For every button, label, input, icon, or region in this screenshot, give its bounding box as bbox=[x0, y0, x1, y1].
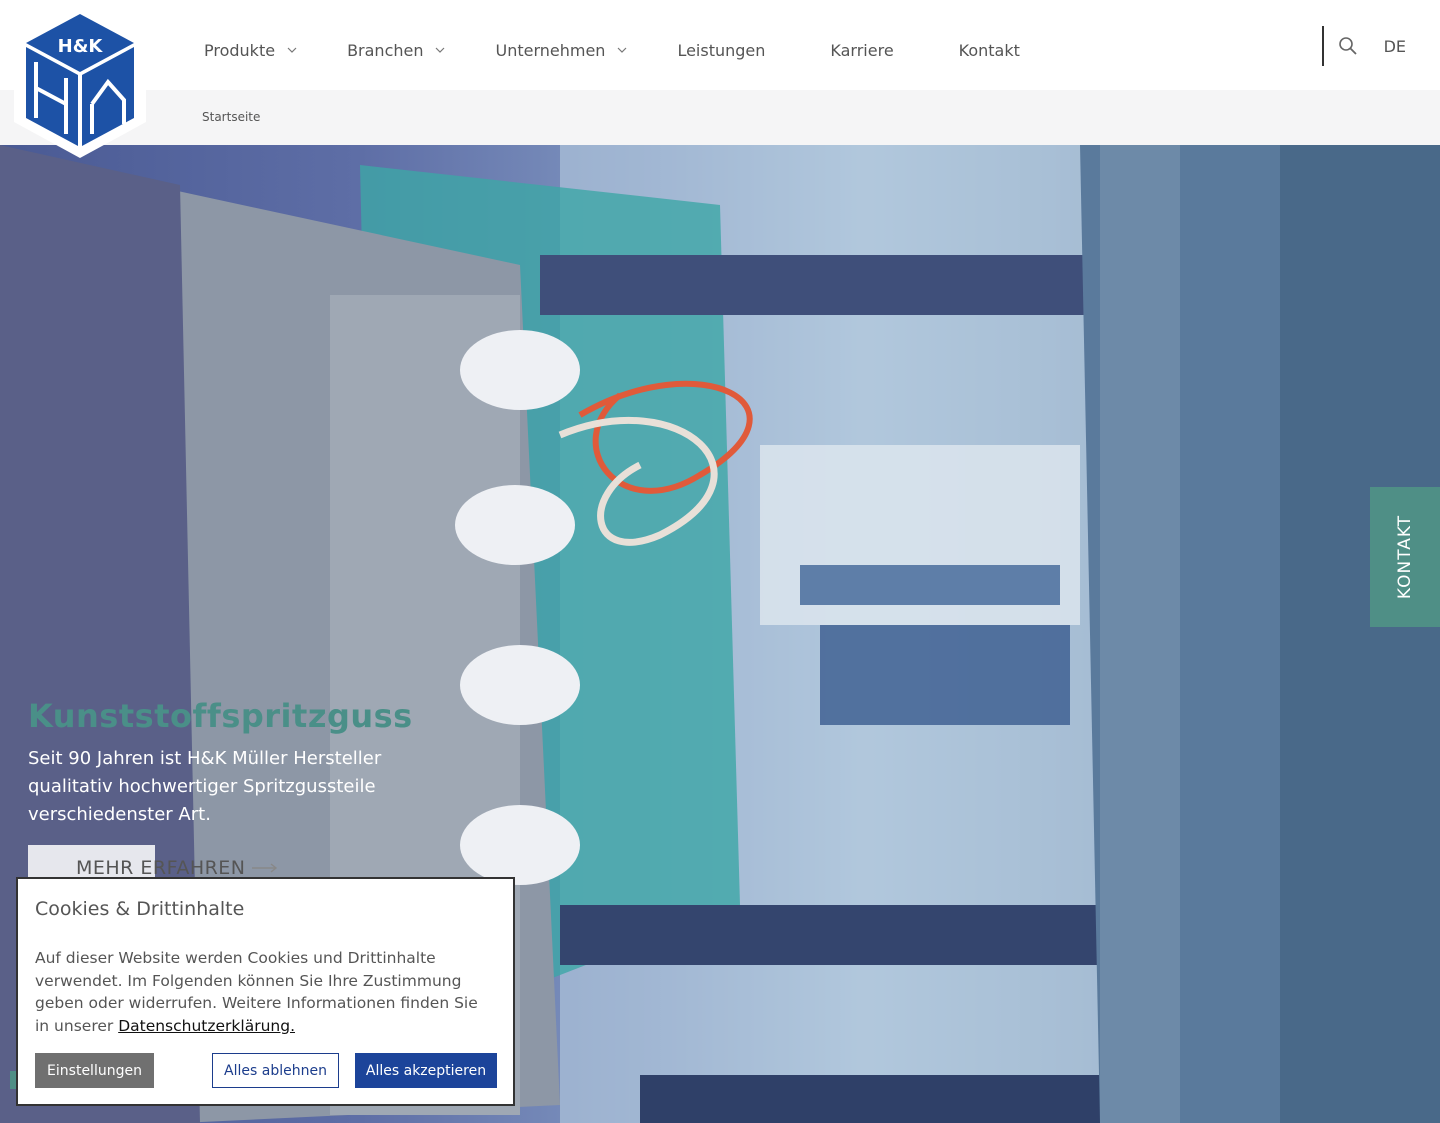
company-logo[interactable]: H&K bbox=[12, 0, 148, 160]
nav-item-label: Unternehmen bbox=[495, 40, 606, 60]
nav-item-branchen[interactable]: Branchen bbox=[347, 41, 445, 60]
breadcrumb: Startseite bbox=[0, 90, 1440, 145]
nav-item-kontakt[interactable]: Kontakt bbox=[959, 41, 1020, 60]
cookie-banner-title: Cookies & Drittinhalte bbox=[35, 898, 245, 920]
divider bbox=[1321, 26, 1324, 66]
main-nav: Produkte Branchen Unternehmen Leistungen… bbox=[204, 38, 1085, 62]
more-info-button[interactable]: MEHR ERFAHREN bbox=[76, 857, 278, 879]
nav-item-label: Karriere bbox=[830, 40, 894, 60]
nav-item-leistungen[interactable]: Leistungen bbox=[677, 41, 765, 60]
hero-description: Seit 90 Jahren ist H&K Müller Hersteller… bbox=[28, 748, 382, 825]
hero-title: Kunststoffspritzguss bbox=[28, 697, 413, 735]
privacy-policy-link[interactable]: Datenschutzerklärung. bbox=[118, 1017, 295, 1035]
nav-item-karriere[interactable]: Karriere bbox=[830, 41, 893, 60]
cookie-settings-button[interactable]: Einstellungen bbox=[35, 1053, 154, 1088]
nav-item-unternehmen[interactable]: Unternehmen bbox=[495, 41, 627, 60]
nav-item-label: Branchen bbox=[347, 40, 424, 60]
chevron-down-icon bbox=[287, 47, 297, 53]
site-header: Produkte Branchen Unternehmen Leistungen… bbox=[0, 0, 1440, 90]
accept-all-button[interactable]: Alles akzeptieren bbox=[355, 1053, 497, 1088]
arrow-right-icon bbox=[251, 863, 277, 873]
breadcrumb-item-home[interactable]: Startseite bbox=[202, 110, 260, 124]
kontakt-side-tab[interactable]: KONTAKT bbox=[1370, 487, 1440, 627]
chevron-down-icon bbox=[618, 47, 627, 53]
language-switcher[interactable]: DE bbox=[1384, 37, 1406, 56]
more-info-label: MEHR ERFAHREN bbox=[76, 857, 246, 879]
decline-all-button[interactable]: Alles ablehnen bbox=[212, 1053, 339, 1088]
chevron-down-icon bbox=[436, 47, 445, 53]
cookie-banner: Cookies & Drittinhalte Auf dieser Websit… bbox=[16, 877, 515, 1106]
nav-item-label: Leistungen bbox=[677, 40, 766, 60]
cookie-banner-text: Auf dieser Website werden Cookies und Dr… bbox=[35, 947, 495, 1037]
header-tools: DE bbox=[1321, 26, 1440, 66]
logo-text: H&K bbox=[58, 36, 104, 57]
nav-item-produkte[interactable]: Produkte bbox=[204, 41, 297, 60]
nav-item-label: Kontakt bbox=[958, 40, 1020, 60]
kontakt-side-tab-label: KONTAKT bbox=[1395, 514, 1416, 600]
nav-item-label: Produkte bbox=[204, 40, 276, 60]
search-icon[interactable] bbox=[1338, 36, 1358, 56]
